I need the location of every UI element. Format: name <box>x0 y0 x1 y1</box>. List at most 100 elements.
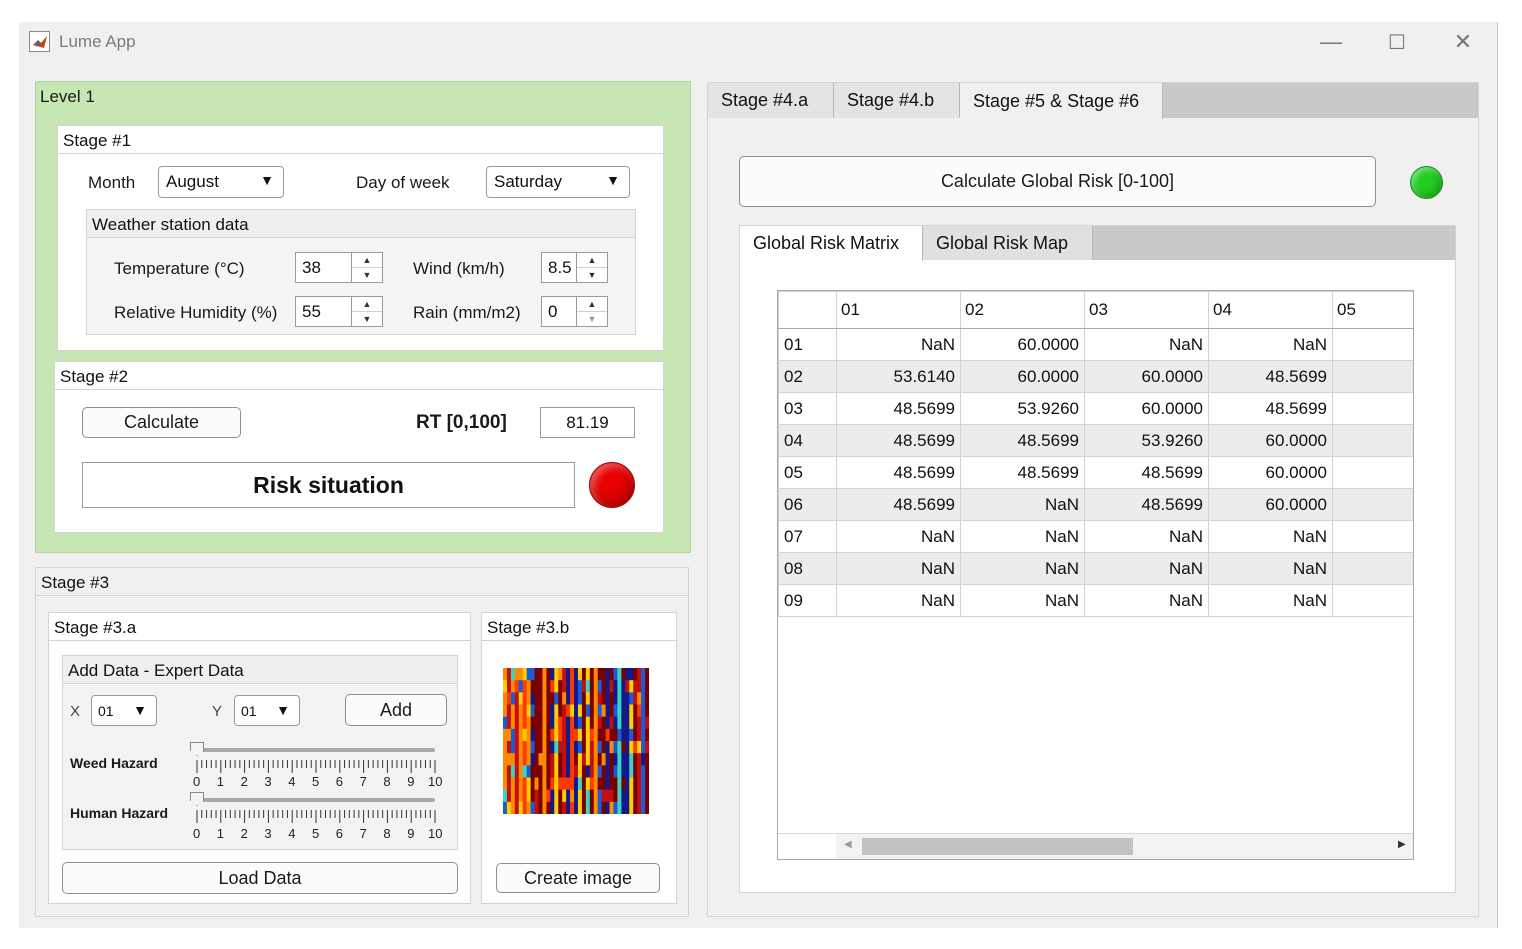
table-cell[interactable]: 60.0000 <box>1084 392 1209 425</box>
spin-down-icon[interactable]: ▼ <box>577 312 607 326</box>
table-cell[interactable]: 48.5699 <box>836 392 961 425</box>
tab-global-risk-map[interactable]: Global Risk Map <box>923 226 1093 260</box>
table-cell[interactable]: 48.5699 <box>836 424 961 457</box>
table-cell[interactable]: 48.5699 <box>960 456 1085 489</box>
table-cell[interactable]: 60. <box>1332 488 1413 521</box>
table-cell[interactable]: 48.5699 <box>1084 488 1209 521</box>
global-risk-table-container[interactable]: 01 02 03 04 05 01 NaN 60.0000 NaN NaN 02 53.6140 60… <box>777 290 1414 860</box>
human-hazard-slider[interactable]: 0 1 2 3 4 5 6 7 8 9 10 <box>189 790 443 842</box>
table-cell[interactable]: 48.5699 <box>1208 392 1333 425</box>
table-cell[interactable]: 48.5699 <box>836 488 961 521</box>
close-button[interactable]: ✕ <box>1433 24 1493 60</box>
spin-down-icon[interactable]: ▼ <box>352 268 382 282</box>
table-cell[interactable]: NaN <box>1208 328 1333 361</box>
weed-hazard-slider[interactable]: 0 1 2 3 4 5 6 7 8 9 10 <box>189 740 443 790</box>
table-cell[interactable]: NaN <box>1084 328 1209 361</box>
table-cell[interactable]: 48.5699 <box>1208 360 1333 393</box>
rt-value-field[interactable]: 81.19 <box>540 407 635 438</box>
wind-spinner[interactable]: 8.5 ▲ ▼ <box>541 252 608 283</box>
table-cell[interactable]: NaN <box>960 488 1085 521</box>
maximize-button[interactable]: ☐ <box>1367 24 1427 60</box>
horizontal-scrollbar[interactable]: ◀ ▶ <box>778 833 1413 859</box>
table-cell[interactable]: NaN <box>960 552 1085 585</box>
image-pixel <box>514 728 520 742</box>
table-cell[interactable] <box>1332 360 1413 393</box>
table-cell[interactable]: 48.5699 <box>836 456 961 489</box>
tab-global-risk-matrix[interactable]: Global Risk Matrix <box>740 226 923 261</box>
tab-stage-5-6[interactable]: Stage #5 & Stage #6 <box>960 83 1163 119</box>
table-cell[interactable]: NaN <box>960 584 1085 617</box>
table-cell[interactable]: 60.0000 <box>1208 456 1333 489</box>
column-header[interactable]: 04 <box>1208 291 1333 329</box>
column-header[interactable]: 02 <box>960 291 1085 329</box>
table-cell[interactable]: 53.6140 <box>836 360 961 393</box>
table-cell[interactable]: 60.0000 <box>960 360 1085 393</box>
image-pixel <box>546 668 551 681</box>
tab-stage-4a[interactable]: Stage #4.a <box>708 83 834 118</box>
spin-up-icon[interactable]: ▲ <box>577 297 607 312</box>
image-pixel <box>554 668 559 681</box>
table-cell[interactable]: NaN <box>836 328 961 361</box>
image-pixel <box>629 716 634 730</box>
table-cell[interactable]: 82. <box>1332 424 1413 457</box>
day-of-week-dropdown[interactable]: Saturday ▼ <box>486 166 630 198</box>
image-pixel <box>637 789 642 803</box>
table-cell[interactable]: NaN <box>1208 520 1333 553</box>
table-cell[interactable] <box>1332 520 1413 553</box>
table-cell[interactable] <box>1332 328 1413 361</box>
scroll-right-icon[interactable]: ▶ <box>1398 839 1406 850</box>
table-cell[interactable]: 48.5699 <box>960 424 1085 457</box>
table-cell[interactable]: NaN <box>1084 552 1209 585</box>
load-data-button[interactable]: Load Data <box>62 862 458 894</box>
column-header[interactable]: 03 <box>1084 291 1209 329</box>
spin-up-icon[interactable]: ▲ <box>352 297 382 312</box>
image-pixel <box>609 741 614 754</box>
image-pixel <box>605 789 610 803</box>
slider-thumb[interactable] <box>190 792 204 806</box>
temperature-spinner[interactable]: 38 ▲ ▼ <box>295 252 383 283</box>
create-image-button[interactable]: Create image <box>496 863 660 893</box>
table-cell[interactable]: 48.5699 <box>1084 456 1209 489</box>
table-cell[interactable]: 60.0000 <box>1208 488 1333 521</box>
calculate-global-risk-button[interactable]: Calculate Global Risk [0-100] <box>739 156 1376 207</box>
table-cell[interactable]: NaN <box>836 520 961 553</box>
table-cell[interactable]: 60. <box>1332 392 1413 425</box>
y-dropdown[interactable]: 01 ▼ <box>234 695 300 726</box>
spin-down-icon[interactable]: ▼ <box>577 268 607 282</box>
column-header[interactable]: 05 <box>1332 291 1413 329</box>
table-cell[interactable]: 60.0000 <box>1208 424 1333 457</box>
table-cell[interactable] <box>1332 552 1413 585</box>
month-dropdown[interactable]: August ▼ <box>158 166 284 198</box>
column-header[interactable]: 01 <box>836 291 961 329</box>
tab-stage-4b[interactable]: Stage #4.b <box>834 83 960 118</box>
table-cell[interactable]: NaN <box>1084 520 1209 553</box>
table-cell[interactable]: NaN <box>836 552 961 585</box>
table-cell[interactable]: 60. <box>1332 456 1413 489</box>
add-button[interactable]: Add <box>345 694 447 726</box>
spin-up-icon[interactable]: ▲ <box>352 253 382 268</box>
x-dropdown[interactable]: 01 ▼ <box>91 695 157 726</box>
table-cell[interactable]: 60.0000 <box>960 328 1085 361</box>
rain-spinner[interactable]: 0 ▲ ▼ <box>541 296 608 327</box>
table-cell[interactable]: NaN <box>1208 552 1333 585</box>
minimize-button[interactable]: — <box>1301 24 1361 60</box>
table-cell[interactable]: NaN <box>1084 584 1209 617</box>
table-cell[interactable]: NaN <box>836 584 961 617</box>
humidity-spinner[interactable]: 55 ▲ ▼ <box>295 296 383 327</box>
table-cell[interactable] <box>1332 584 1413 617</box>
table-cell[interactable]: 53.9260 <box>1084 424 1209 457</box>
spin-up-icon[interactable]: ▲ <box>577 253 607 268</box>
scroll-left-icon[interactable]: ◀ <box>844 839 852 850</box>
image-pixel <box>574 728 579 742</box>
table-cell[interactable]: NaN <box>960 520 1085 553</box>
table-cell[interactable]: NaN <box>1208 584 1333 617</box>
table-cell[interactable]: 53.9260 <box>960 392 1085 425</box>
scrollbar-corner <box>778 833 836 859</box>
slider-thumb[interactable] <box>190 742 204 756</box>
spin-down-icon[interactable]: ▼ <box>352 312 382 326</box>
rain-label: Rain (mm/m2) <box>413 303 521 322</box>
image-pixel <box>621 801 626 814</box>
calculate-button[interactable]: Calculate <box>82 407 241 438</box>
scroll-thumb[interactable] <box>862 838 1133 855</box>
table-cell[interactable]: 60.0000 <box>1084 360 1209 393</box>
